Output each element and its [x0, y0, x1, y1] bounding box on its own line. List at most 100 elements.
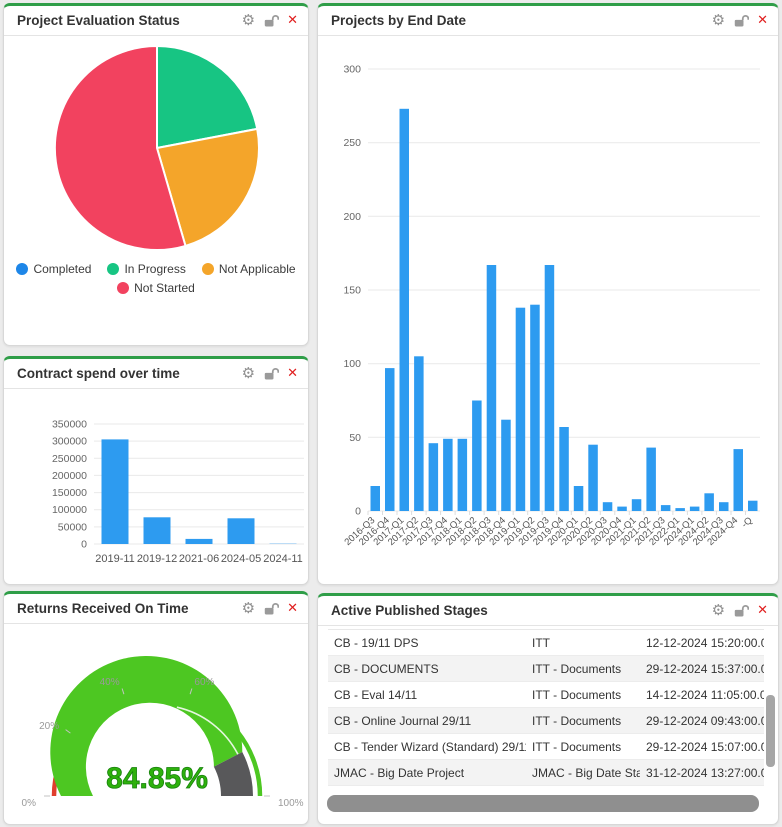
spend-bar-chart: 0500001000001500002000002500003000003500…: [40, 414, 309, 574]
legend-item[interactable]: Not Applicable: [202, 262, 296, 276]
panel-header: Contract spend over time ⚙✕: [4, 359, 308, 389]
bar[interactable]: [617, 507, 627, 511]
pie-legend: Completed In Progress Not Applicable Not St…: [15, 262, 297, 295]
pie-chart: [4, 36, 309, 255]
legend-dot: [107, 263, 119, 275]
close-icon[interactable]: ✕: [757, 14, 768, 27]
unlock-icon[interactable]: [263, 367, 279, 381]
y-tick-label: 150000: [52, 487, 87, 499]
panel-body: 0501001502002503002016-Q32016-Q42017-Q12…: [318, 36, 778, 585]
vertical-scrollbar-thumb[interactable]: [766, 695, 775, 767]
bar[interactable]: [719, 502, 729, 511]
table-cell: 29-12-2024 15:07:00.000: [640, 740, 764, 754]
panel-active-published-stages: Active Published Stages ⚙ ✕ CB - 19/11 DP…: [317, 593, 779, 825]
bar[interactable]: [530, 305, 540, 511]
table-row[interactable]: CB - DOCUMENTSITT - Documents29-12-2024 …: [328, 656, 764, 682]
bar[interactable]: [443, 439, 453, 511]
unlock-icon[interactable]: [263, 602, 279, 616]
panel-title: Project Evaluation Status: [17, 13, 180, 28]
bar[interactable]: [472, 401, 482, 512]
close-icon[interactable]: ✕: [287, 367, 298, 380]
table-row[interactable]: CB - Tender Wizard (Standard) 29/11ITT -…: [328, 734, 764, 760]
bar[interactable]: [429, 443, 439, 511]
bar[interactable]: [748, 501, 758, 511]
unlock-icon[interactable]: [263, 14, 279, 28]
y-tick-label: 200000: [52, 470, 87, 482]
bar[interactable]: [675, 508, 685, 511]
bar[interactable]: [371, 486, 381, 511]
table-cell: CB - Tender Wizard (Standard) 29/11: [328, 740, 526, 754]
bar[interactable]: [102, 439, 129, 544]
gear-icon[interactable]: ⚙: [712, 603, 725, 618]
unlock-icon[interactable]: [733, 604, 749, 618]
legend-item[interactable]: Not Started: [117, 281, 195, 295]
panel-header: Project Evaluation Status ⚙ ✕: [4, 6, 308, 36]
legend-dot: [16, 263, 28, 275]
bar[interactable]: [559, 427, 569, 511]
gauge-chart: 0%20%40%60%100%84.85%: [4, 650, 309, 825]
close-icon[interactable]: ✕: [757, 604, 768, 617]
y-tick-label: 250000: [52, 453, 87, 465]
panel-header-icons: ⚙✕: [712, 13, 768, 28]
close-icon[interactable]: ✕: [287, 602, 298, 615]
legend-label: In Progress: [124, 262, 185, 276]
bar[interactable]: [487, 265, 497, 511]
bar[interactable]: [588, 445, 598, 511]
table-row[interactable]: CB - 19/11 DPSITT12-12-2024 15:20:00.000: [328, 630, 764, 656]
bar[interactable]: [661, 505, 671, 511]
gear-icon[interactable]: ⚙: [242, 601, 255, 616]
unlock-icon[interactable]: [733, 14, 749, 28]
bar[interactable]: [144, 517, 171, 544]
bar[interactable]: [545, 265, 555, 511]
panel-header: Active Published Stages ⚙ ✕: [318, 596, 778, 626]
bar[interactable]: [632, 499, 642, 511]
panel-title: Projects by End Date: [331, 13, 466, 28]
projects-bar-chart: 0501001502002503002016-Q32016-Q42017-Q12…: [322, 39, 774, 585]
bar[interactable]: [646, 448, 656, 511]
y-tick-label: 50: [349, 432, 361, 444]
table-row[interactable]: CB - Eval 14/11ITT - Documents14-12-2024…: [328, 682, 764, 708]
gauge-tick-label: 0%: [22, 798, 37, 809]
bar[interactable]: [501, 420, 511, 511]
bar[interactable]: [603, 502, 613, 511]
y-tick-label: 350000: [52, 419, 87, 431]
bar[interactable]: [734, 449, 744, 511]
bar[interactable]: [690, 507, 700, 511]
legend-item[interactable]: In Progress: [107, 262, 185, 276]
x-tick-label: 2019-11: [95, 553, 135, 565]
table-cell: JMAC - Big Date Stage: [526, 766, 640, 780]
bar[interactable]: [458, 439, 468, 511]
bar[interactable]: [704, 493, 714, 511]
bar[interactable]: [186, 539, 213, 544]
close-icon[interactable]: ✕: [287, 14, 298, 27]
panel-contract-spend-over-time: Contract spend over time ⚙✕ 050000100000…: [3, 356, 309, 585]
y-tick-label: 300: [343, 64, 361, 76]
y-tick-label: 200: [343, 211, 361, 223]
bar[interactable]: [385, 368, 395, 511]
table-cell: 12-12-2024 15:20:00.000: [640, 636, 764, 650]
x-tick-label: 2024-11: [263, 553, 303, 565]
bar[interactable]: [400, 109, 410, 511]
panel-title: Active Published Stages: [331, 603, 488, 618]
table-cell: ITT - Documents: [526, 662, 640, 676]
y-tick-label: 150: [343, 285, 361, 297]
gear-icon[interactable]: ⚙: [242, 366, 255, 381]
bar[interactable]: [228, 518, 255, 544]
panel-body: CB - 19/11 DPSITT12-12-2024 15:20:00.000…: [318, 626, 778, 824]
table-row[interactable]: JMAC - Big Date ProjectJMAC - Big Date S…: [328, 760, 764, 786]
legend-label: Completed: [33, 262, 91, 276]
legend-item[interactable]: Completed: [16, 262, 91, 276]
bar[interactable]: [516, 308, 526, 511]
panel-header-icons: ⚙✕: [242, 366, 298, 381]
table-cell: ITT - Documents: [526, 688, 640, 702]
bar[interactable]: [574, 486, 584, 511]
bar[interactable]: [414, 356, 424, 511]
table-row[interactable]: CB - Online Journal 29/11ITT - Documents…: [328, 708, 764, 734]
panel-header: Returns Received On Time ⚙✕: [4, 594, 308, 624]
gear-icon[interactable]: ⚙: [712, 13, 725, 28]
horizontal-scrollbar-thumb[interactable]: [327, 795, 759, 812]
y-tick-label: 0: [355, 506, 361, 518]
table-cell: CB - Eval 14/11: [328, 688, 526, 702]
gear-icon[interactable]: ⚙: [242, 13, 255, 28]
gauge-tick-label: 100%: [278, 798, 304, 809]
